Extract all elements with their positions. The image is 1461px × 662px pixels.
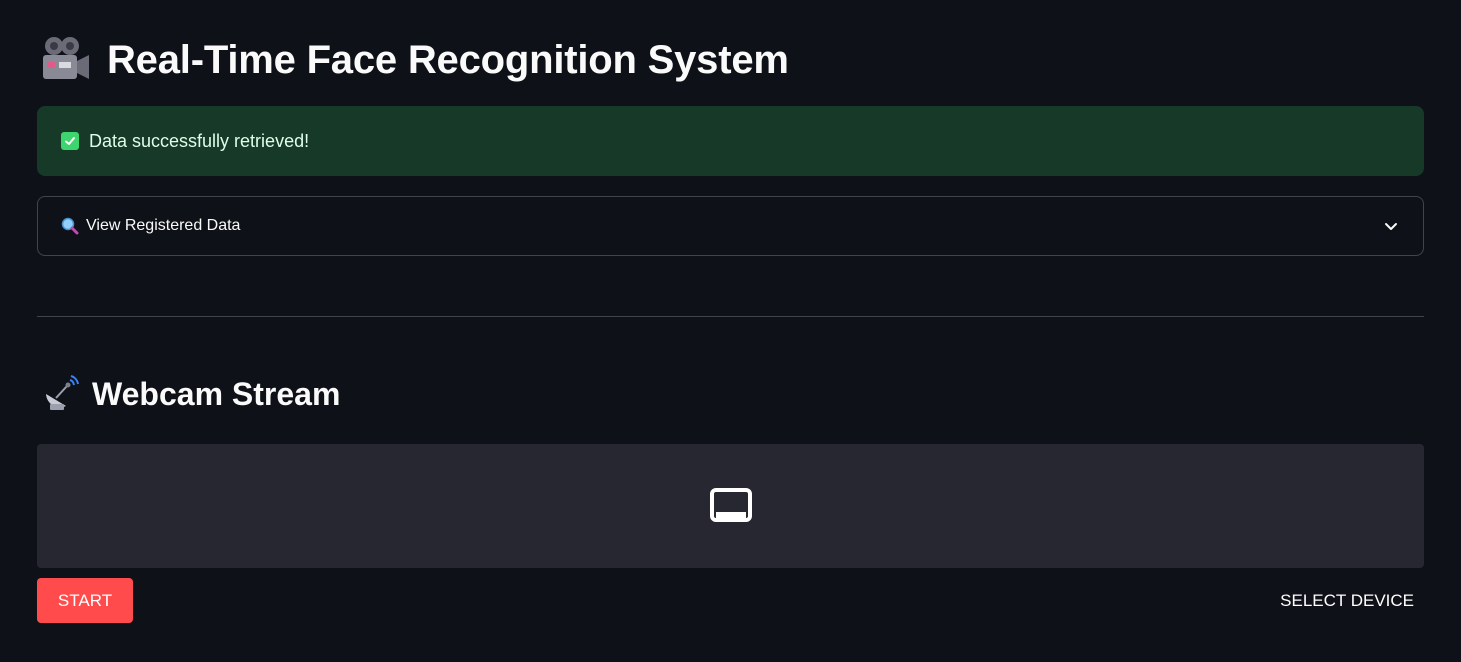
view-registered-data-expander[interactable]: View Registered Data (37, 196, 1424, 256)
divider (37, 316, 1424, 317)
satellite-antenna-icon (46, 375, 79, 410)
check-mark-icon (61, 132, 79, 150)
movie-camera-icon (43, 37, 89, 79)
monitor-icon (709, 488, 752, 522)
chevron-down-icon[interactable] (1383, 218, 1399, 234)
select-device-button[interactable]: SELECT DEVICE (1270, 578, 1424, 623)
start-button[interactable]: START (37, 578, 133, 623)
stream-header: Webcam Stream (40, 372, 340, 416)
magnifier-icon (61, 217, 79, 235)
expander-label: View Registered Data (86, 217, 241, 234)
app-page: Real-Time Face Recognition System Data s… (0, 0, 1461, 662)
page-title: Real-Time Face Recognition System (107, 37, 789, 82)
video-placeholder (37, 444, 1424, 568)
success-alert: Data successfully retrieved! (37, 106, 1424, 176)
page-header: Real-Time Face Recognition System (37, 32, 789, 88)
stream-title: Webcam Stream (92, 375, 341, 412)
alert-message: Data successfully retrieved! (89, 130, 310, 151)
